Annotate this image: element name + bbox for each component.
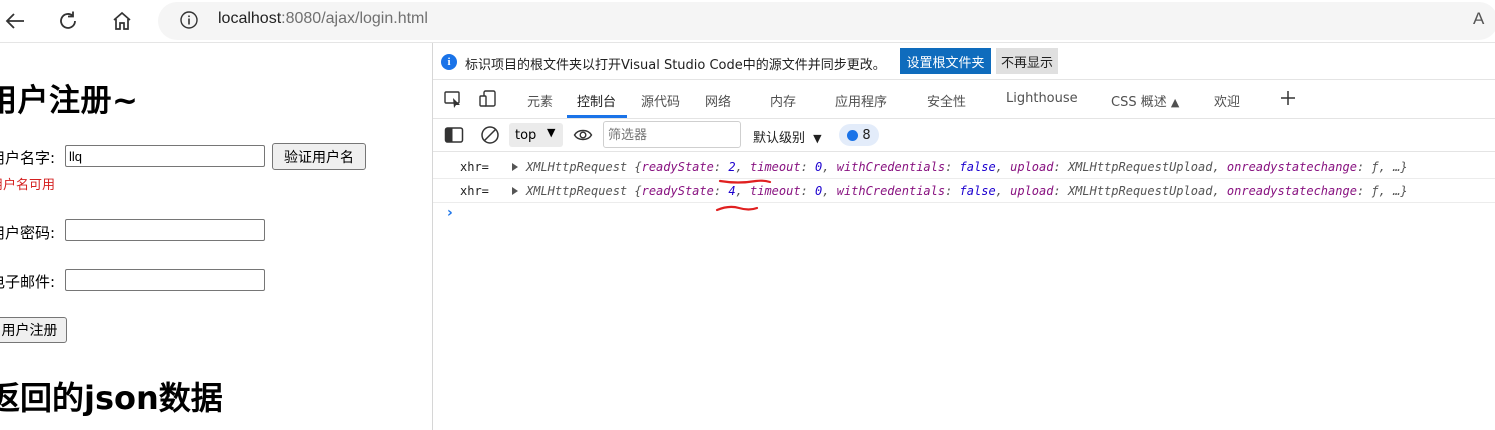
json-section-heading: 返回的json数据 xyxy=(0,379,223,417)
tab-network[interactable]: 网络 xyxy=(705,91,731,110)
inspect-element-icon[interactable] xyxy=(443,89,463,113)
password-input[interactable] xyxy=(65,219,265,241)
timeout-value: 0 xyxy=(815,184,823,198)
add-tab-icon[interactable] xyxy=(1278,88,1298,112)
with-credentials-value: false xyxy=(959,160,996,174)
log-label: xhr= xyxy=(460,184,489,198)
username-label: 用户名字: xyxy=(0,149,56,167)
username-available-message: 用户名可用 xyxy=(0,178,56,193)
tab-sources[interactable]: 源代码 xyxy=(641,91,680,110)
message-bubble-icon xyxy=(847,129,859,141)
console-prompt[interactable]: › xyxy=(447,205,453,221)
log-object[interactable]: XMLHttpRequest {readyState: 4, timeout: … xyxy=(526,184,1408,198)
ready-state-value: 2 xyxy=(728,160,736,174)
timeout-value: 0 xyxy=(815,160,823,174)
site-info-icon[interactable] xyxy=(178,9,200,31)
password-label: 用户密码: xyxy=(0,224,56,242)
tab-welcome[interactable]: 欢迎 xyxy=(1214,91,1240,110)
expand-triangle-icon[interactable] xyxy=(512,163,518,171)
tab-css-overview[interactable]: CSS 概述 ▲ xyxy=(1111,91,1179,110)
onreadystatechange-value: ƒ xyxy=(1371,160,1379,174)
log-object-type: XMLHttpRequest xyxy=(526,160,628,174)
url-host: localhost xyxy=(218,10,282,27)
tab-elements[interactable]: 元素 xyxy=(527,91,553,110)
refresh-button[interactable] xyxy=(53,6,83,36)
device-emulation-icon[interactable] xyxy=(478,89,498,113)
email-input[interactable] xyxy=(65,269,265,291)
devtools-tabbar: 元素 控制台 源代码 网络 内存 应用程序 安全性 Lighthouse CSS… xyxy=(433,80,1495,119)
upload-value: XMLHttpRequestUpload xyxy=(1067,160,1213,174)
home-button[interactable] xyxy=(107,6,137,36)
log-levels-dropdown[interactable]: 默认级别 ▼ xyxy=(753,127,822,146)
dropdown-arrow-icon: ▼ xyxy=(813,132,822,145)
context-select[interactable]: top ▼ xyxy=(509,123,563,147)
expand-triangle-icon[interactable] xyxy=(512,187,518,195)
home-icon xyxy=(113,11,131,30)
tab-lighthouse[interactable]: Lighthouse xyxy=(1006,91,1078,106)
page-title: 用户注册~ xyxy=(0,83,139,119)
messages-badge[interactable]: 8 xyxy=(839,124,879,146)
devtools-panel: i 标识项目的根文件夹以打开Visual Studio Code中的源文件并同步… xyxy=(432,43,1495,430)
browser-toolbar: localhost:8080/ajax/login.html A xyxy=(0,0,1495,43)
refresh-icon xyxy=(60,11,76,29)
page-content: 用户注册~ 用户名字: 验证用户名 用户名可用 用户密码: 电子邮件: 用户注册… xyxy=(0,43,430,430)
message-count: 8 xyxy=(862,127,871,143)
email-label: 电子邮件: xyxy=(0,273,56,291)
flask-icon: ▲ xyxy=(1170,96,1180,109)
live-expression-eye-icon[interactable] xyxy=(573,127,593,147)
tab-security[interactable]: 安全性 xyxy=(927,91,966,110)
annotation-underline-1 xyxy=(718,179,772,184)
set-root-folder-button[interactable]: 设置根文件夹 xyxy=(900,48,991,74)
sidebar-toggle-icon[interactable] xyxy=(444,126,464,148)
dont-show-again-button[interactable]: 不再显示 xyxy=(996,48,1058,74)
tab-console[interactable]: 控制台 xyxy=(577,91,616,110)
log-object[interactable]: XMLHttpRequest {readyState: 2, timeout: … xyxy=(526,160,1408,174)
log-levels-label: 默认级别 xyxy=(753,131,806,146)
context-select-value: top xyxy=(515,127,537,143)
devtools-infobar: i 标识项目的根文件夹以打开Visual Studio Code中的源文件并同步… xyxy=(433,43,1495,80)
dropdown-arrow-icon: ▼ xyxy=(547,126,556,139)
read-aloud-icon[interactable]: A xyxy=(1473,9,1484,29)
console-log-row: xhr= XMLHttpRequest {readyState: 2, time… xyxy=(433,155,1495,179)
back-arrow-icon xyxy=(5,13,24,29)
info-icon: i xyxy=(441,54,457,70)
more-ellipsis: … xyxy=(1393,160,1401,174)
back-button[interactable] xyxy=(0,6,30,36)
active-tab-indicator xyxy=(567,115,627,118)
infobar-message: 标识项目的根文件夹以打开Visual Studio Code中的源文件并同步更改… xyxy=(465,58,886,73)
verify-username-button[interactable]: 验证用户名 xyxy=(272,143,366,170)
annotation-underline-2 xyxy=(715,205,759,212)
ready-state-value: 4 xyxy=(728,184,736,198)
tab-css-overview-label: CSS 概述 xyxy=(1111,95,1167,110)
with-credentials-value: false xyxy=(959,184,996,198)
filter-input[interactable] xyxy=(603,121,741,148)
clear-console-icon[interactable] xyxy=(480,125,500,149)
log-object-type: XMLHttpRequest xyxy=(526,184,628,198)
url-text[interactable]: localhost:8080/ajax/login.html xyxy=(218,10,428,28)
url-path: :8080/ajax/login.html xyxy=(281,10,428,27)
upload-value: XMLHttpRequestUpload xyxy=(1067,184,1213,198)
username-input[interactable] xyxy=(65,145,265,167)
log-label: xhr= xyxy=(460,160,489,174)
console-toolbar: top ▼ 默认级别 ▼ 8 xyxy=(433,119,1495,152)
tab-application[interactable]: 应用程序 xyxy=(835,91,887,110)
onreadystatechange-value: ƒ xyxy=(1371,184,1379,198)
more-ellipsis: … xyxy=(1393,184,1401,198)
console-log-row: xhr= XMLHttpRequest {readyState: 4, time… xyxy=(433,179,1495,203)
register-button[interactable]: 用户注册 xyxy=(0,317,67,343)
tab-memory[interactable]: 内存 xyxy=(770,91,796,110)
